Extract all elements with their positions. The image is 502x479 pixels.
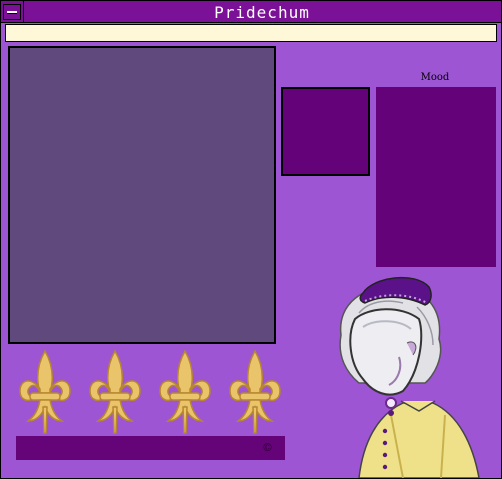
mood-panel[interactable] bbox=[376, 87, 496, 267]
item-slot-panel[interactable] bbox=[281, 87, 370, 176]
title-bar[interactable]: Pridechum bbox=[1, 1, 501, 23]
mood-label: Mood bbox=[420, 72, 450, 83]
copyright-symbol: © bbox=[262, 441, 273, 454]
window-title: Pridechum bbox=[214, 3, 310, 22]
fleur-de-lis-icon[interactable] bbox=[16, 349, 74, 435]
menu-bar[interactable] bbox=[5, 24, 497, 42]
main-display-panel[interactable] bbox=[8, 46, 276, 344]
status-bar: © bbox=[16, 436, 285, 460]
app-window: Pridechum Mood © bbox=[0, 0, 502, 479]
fleur-de-lis-icon[interactable] bbox=[156, 349, 214, 435]
fleur-de-lis-icon[interactable] bbox=[226, 349, 284, 435]
pet-character-image[interactable] bbox=[329, 273, 501, 478]
window-menu-icon[interactable] bbox=[3, 4, 21, 20]
fleur-de-lis-icon[interactable] bbox=[86, 349, 144, 435]
